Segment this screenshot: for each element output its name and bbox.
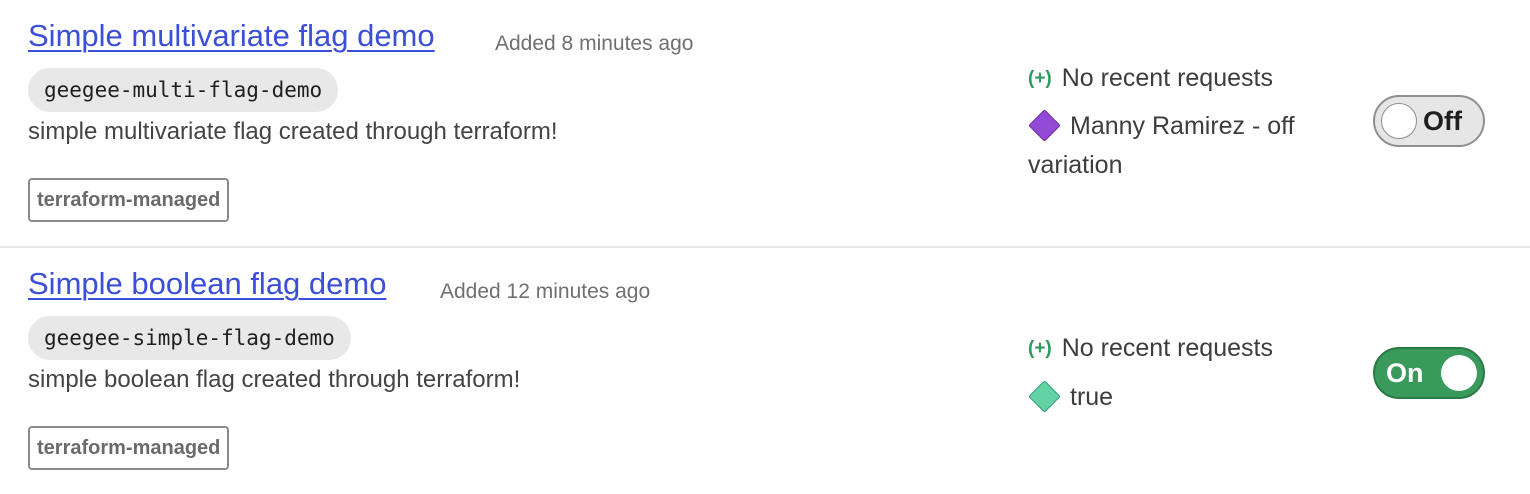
toggle-knob <box>1381 103 1417 139</box>
diamond-icon <box>1028 380 1061 413</box>
toggle-label: Off <box>1423 106 1462 136</box>
flag-requests: (+) No recent requests <box>1028 334 1273 363</box>
flag-toggle[interactable]: On <box>1373 347 1485 399</box>
flag-toggle[interactable]: Off <box>1373 95 1485 147</box>
flag-list: Simple multivariate flag demo Added 8 mi… <box>0 0 1530 494</box>
flag-key: geegee-simple-flag-demo <box>28 316 351 360</box>
diamond-icon <box>1028 109 1061 142</box>
toggle-label: On <box>1386 358 1424 388</box>
add-requests-icon: (+) <box>1028 338 1052 359</box>
requests-label: No recent requests <box>1061 334 1273 362</box>
variation-label: true <box>1070 383 1114 411</box>
flag-variation: Manny Ramirez - off variation <box>1028 107 1308 185</box>
flag-requests: (+) No recent requests <box>1028 64 1273 93</box>
flag-name-link[interactable]: Simple boolean flag demo <box>28 266 386 302</box>
flag-variation: true <box>1028 378 1308 417</box>
variation-label: Manny Ramirez - off variation <box>1028 112 1295 179</box>
flag-key: geegee-multi-flag-demo <box>28 68 339 112</box>
add-requests-icon: (+) <box>1028 68 1052 89</box>
flag-description: simple boolean flag created through terr… <box>28 366 521 393</box>
flag-name-link[interactable]: Simple multivariate flag demo <box>28 18 435 54</box>
flag-added-time: Added 12 minutes ago <box>440 280 651 303</box>
flag-row: Simple multivariate flag demo Added 8 mi… <box>0 0 1530 248</box>
flag-tag[interactable]: terraform-managed <box>28 178 230 222</box>
toggle-knob <box>1441 355 1477 391</box>
flag-tag[interactable]: terraform-managed <box>28 426 230 470</box>
flag-row: Simple boolean flag demo Added 12 minute… <box>0 248 1530 494</box>
requests-label: No recent requests <box>1061 64 1273 92</box>
flag-description: simple multivariate flag created through… <box>28 118 558 145</box>
flag-added-time: Added 8 minutes ago <box>495 32 694 55</box>
